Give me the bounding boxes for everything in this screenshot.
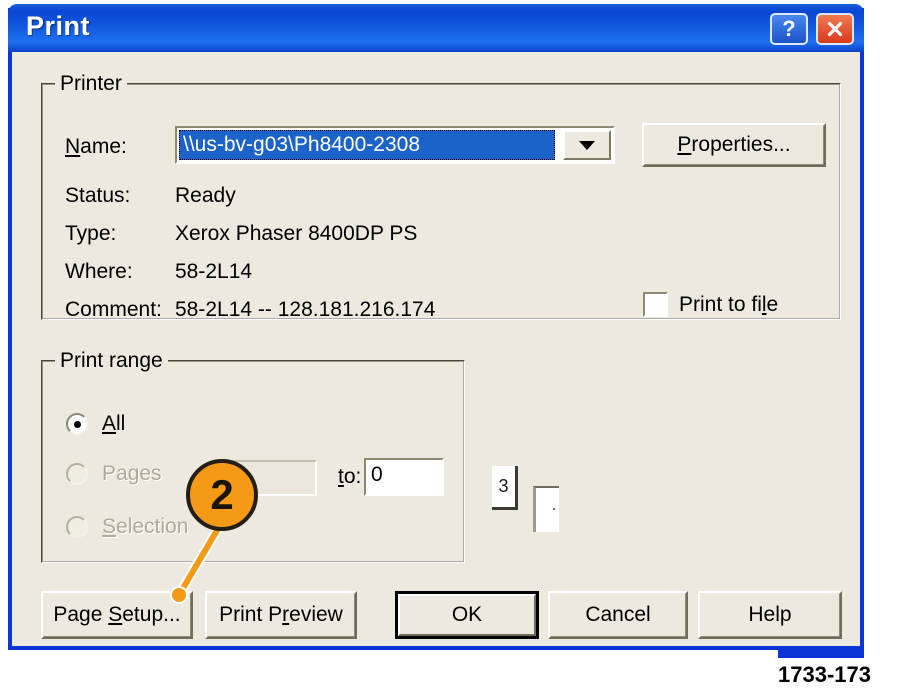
pages-to-label: to: bbox=[338, 465, 362, 488]
radio-pages-label: Pages bbox=[102, 462, 162, 485]
properties-button[interactable]: Properties... bbox=[642, 123, 826, 167]
print-preview-button-label: Print Preview bbox=[219, 603, 343, 626]
page-setup-button-label: Page Setup... bbox=[53, 603, 181, 626]
print-to-file-checkbox[interactable]: Print to file bbox=[643, 292, 778, 317]
print-to-file-label: Print to file bbox=[679, 292, 779, 316]
radio-print-range-selection: Selection bbox=[66, 515, 188, 539]
title-bar: Print ? bbox=[8, 4, 864, 52]
comment-value: 58-2L14 -- 128.181.216.174 bbox=[175, 298, 436, 321]
number-of-copies-field[interactable]: 3 bbox=[492, 466, 518, 510]
printer-name-dropdown-arrow[interactable] bbox=[563, 130, 611, 160]
cancel-button[interactable]: Cancel bbox=[548, 591, 688, 639]
help-button[interactable]: Help bbox=[698, 591, 842, 639]
print-preview-button[interactable]: Print Preview bbox=[205, 591, 357, 639]
copies-secondary-field[interactable] bbox=[533, 486, 559, 532]
print-to-file-checkbox-box[interactable] bbox=[643, 292, 668, 317]
copies-field-dot bbox=[553, 508, 555, 510]
printer-groupbox: Printer bbox=[41, 72, 841, 320]
figure-caption: 1733-173 bbox=[778, 662, 871, 687]
radio-print-range-pages: Pages bbox=[66, 462, 162, 486]
pages-to-input[interactable]: 0 bbox=[364, 458, 444, 496]
print-range-groupbox-legend: Print range bbox=[55, 349, 168, 373]
titlebar-close-button[interactable] bbox=[816, 13, 854, 45]
printer-groupbox-legend: Printer bbox=[55, 72, 127, 96]
close-icon bbox=[827, 21, 843, 37]
callout-badge-2: 2 bbox=[186, 459, 258, 531]
printer-name-label: Name: bbox=[65, 135, 127, 158]
ok-button-label: OK bbox=[398, 594, 536, 636]
radio-print-range-all[interactable]: All bbox=[66, 412, 125, 436]
type-value: Xerox Phaser 8400DP PS bbox=[175, 222, 418, 245]
comment-label: Comment: bbox=[65, 298, 162, 321]
radio-selection-mark bbox=[66, 516, 88, 538]
status-label: Status: bbox=[65, 184, 131, 207]
properties-button-label: Properties... bbox=[677, 133, 791, 156]
status-value: Ready bbox=[175, 184, 236, 207]
question-mark-icon: ? bbox=[782, 16, 796, 41]
titlebar-help-button[interactable]: ? bbox=[770, 13, 808, 45]
radio-all-label: All bbox=[102, 412, 126, 435]
printer-name-combobox[interactable]: \\us-bv-g03\Ph8400-2308 bbox=[175, 126, 615, 164]
cancel-button-label: Cancel bbox=[585, 603, 651, 626]
radio-all-mark[interactable] bbox=[66, 413, 88, 435]
print-dialog: Print ? Printer Name: \\us-bv-g03\Ph8400… bbox=[8, 4, 864, 650]
figure-caption-rule bbox=[778, 650, 864, 658]
page-setup-button[interactable]: Page Setup... bbox=[41, 591, 193, 639]
radio-pages-mark bbox=[66, 463, 88, 485]
chevron-down-icon bbox=[579, 140, 595, 150]
where-label: Where: bbox=[65, 260, 133, 283]
printer-name-value[interactable]: \\us-bv-g03\Ph8400-2308 bbox=[179, 130, 555, 160]
help-button-label: Help bbox=[748, 603, 792, 626]
window-title: Print bbox=[26, 11, 91, 41]
ok-button[interactable]: OK bbox=[395, 591, 539, 639]
radio-selection-label: Selection bbox=[102, 515, 189, 538]
where-value: 58-2L14 bbox=[175, 260, 253, 283]
type-label: Type: bbox=[65, 222, 117, 245]
